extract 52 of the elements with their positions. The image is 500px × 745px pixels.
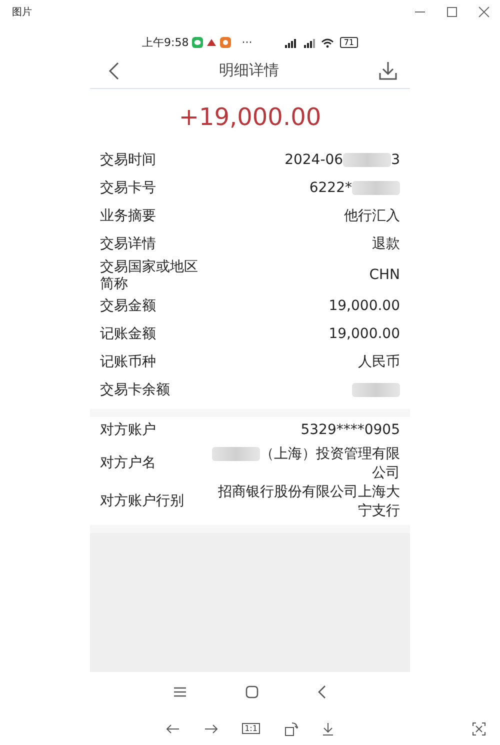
field-value: 2024-06 bbox=[284, 152, 344, 168]
back-icon[interactable] bbox=[108, 62, 120, 80]
window-title: 图片 bbox=[12, 6, 32, 19]
field-value: 退款 bbox=[372, 236, 400, 252]
actual-size-button[interactable]: 1:1 bbox=[242, 723, 260, 734]
download-icon[interactable] bbox=[378, 60, 398, 81]
field-value: （上海）投资管理有限公司 bbox=[260, 446, 400, 481]
menu-icon[interactable] bbox=[173, 686, 187, 698]
more-notifications: ··· bbox=[242, 36, 252, 50]
chat-app-icon bbox=[192, 37, 203, 48]
field-value: 5329****0905 bbox=[300, 422, 400, 438]
redacted-blur bbox=[343, 153, 392, 168]
redacted-blur bbox=[352, 181, 400, 196]
field-label: 交易详情 bbox=[100, 236, 157, 254]
wifi-icon bbox=[320, 38, 334, 48]
field-value: 人民币 bbox=[358, 354, 400, 370]
redacted-blur bbox=[212, 446, 260, 461]
battery-level: 71 bbox=[340, 37, 358, 48]
field-value: 19,000.00 bbox=[328, 326, 400, 342]
field-label: 业务摘要 bbox=[100, 208, 157, 226]
field-value: CHN bbox=[369, 267, 400, 284]
status-time: 上午9:58 bbox=[142, 35, 189, 50]
rotate-icon[interactable] bbox=[284, 722, 298, 736]
field-value: 招商银行股份有限公司上海大宁支行 bbox=[218, 484, 400, 519]
back-icon[interactable] bbox=[317, 685, 327, 700]
field-label: 记账币种 bbox=[100, 354, 157, 372]
field-label: 交易金额 bbox=[100, 298, 157, 316]
next-icon[interactable] bbox=[204, 724, 218, 734]
previous-icon[interactable] bbox=[166, 724, 180, 734]
field-value: 3 bbox=[391, 152, 400, 168]
home-icon[interactable] bbox=[245, 685, 259, 700]
field-value: 他行汇入 bbox=[344, 208, 400, 224]
download-icon[interactable] bbox=[322, 722, 334, 736]
field-label: 交易卡余额 bbox=[100, 382, 171, 400]
field-label: 交易时间 bbox=[100, 152, 157, 170]
field-label: 对方户名 bbox=[100, 455, 157, 472]
field-label: 交易卡号 bbox=[100, 180, 157, 198]
field-label: 交易国家或地区简称 bbox=[100, 258, 199, 293]
field-label: 对方账户行别 bbox=[100, 493, 185, 510]
signal-icon bbox=[302, 38, 318, 48]
redacted-blur bbox=[352, 383, 400, 398]
signal-icon bbox=[282, 38, 299, 48]
field-label: 对方账户 bbox=[100, 422, 157, 440]
scan-icon[interactable] bbox=[472, 722, 486, 736]
field-value: 19,000.00 bbox=[328, 298, 400, 314]
app-icon bbox=[220, 37, 231, 48]
transaction-amount: +19,000.00 bbox=[178, 102, 322, 133]
close-icon[interactable] bbox=[478, 6, 490, 18]
field-value: 6222* bbox=[309, 180, 352, 196]
maximize-icon[interactable] bbox=[446, 6, 458, 18]
page-title: 明细详情 bbox=[219, 61, 279, 80]
field-label: 记账金额 bbox=[100, 326, 157, 344]
